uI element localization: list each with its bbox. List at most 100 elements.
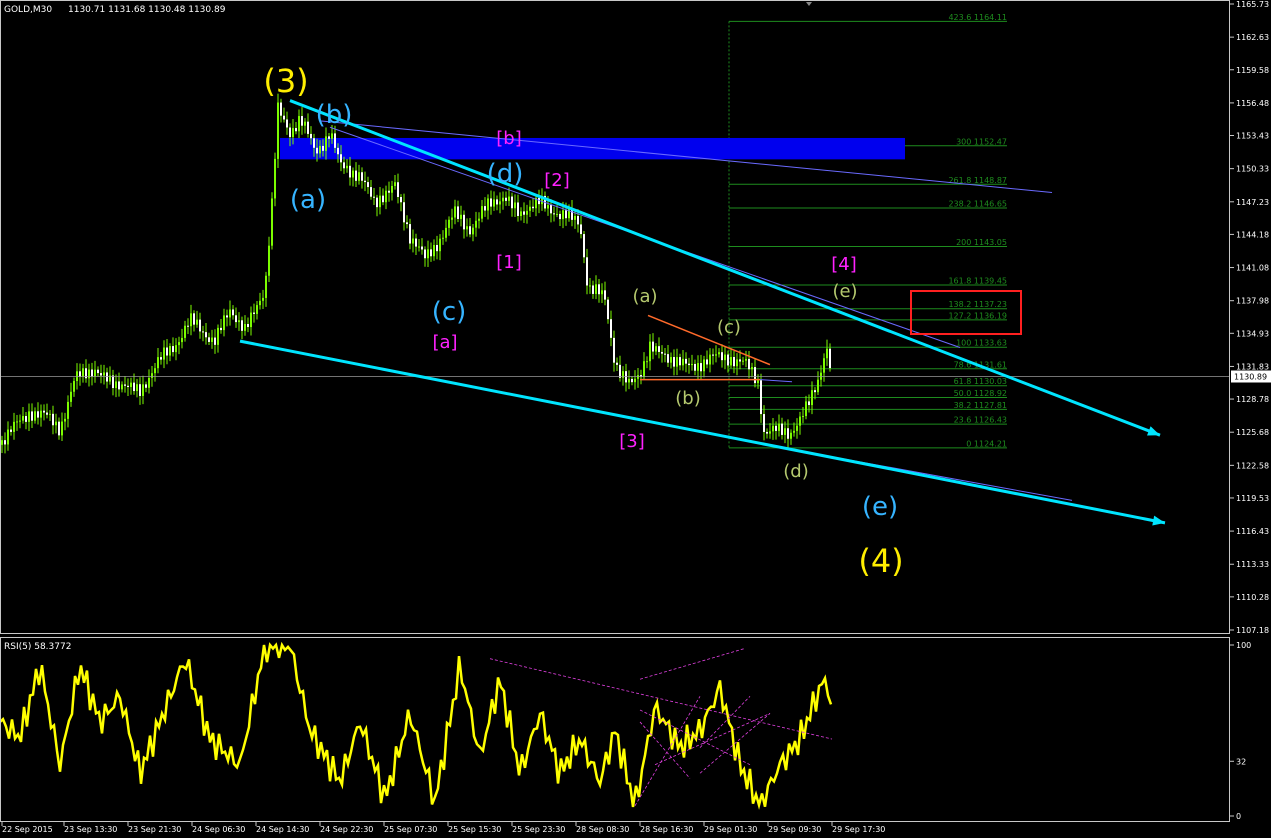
candle-body <box>484 206 486 211</box>
candle-body <box>553 213 555 215</box>
candle-body <box>586 257 588 286</box>
candle-body <box>220 327 222 331</box>
candle-body <box>616 362 618 365</box>
candle-body <box>118 381 120 390</box>
candle-body <box>91 369 93 377</box>
candle-body <box>403 202 405 223</box>
candle-body <box>364 180 366 183</box>
candle-body <box>595 284 597 294</box>
candle-body <box>772 425 774 432</box>
candle-body <box>601 290 603 295</box>
candle-body <box>331 133 333 139</box>
price-tick-label: 1159.58 <box>1236 66 1269 75</box>
fib-level-label: 300 1152.47 <box>956 137 1007 146</box>
candle-body <box>169 346 171 356</box>
candle-body <box>676 357 678 367</box>
candle-body <box>451 217 453 220</box>
candle-body <box>376 197 378 208</box>
candle-body <box>391 185 393 193</box>
candle-body <box>256 305 258 314</box>
candle-body <box>661 351 663 354</box>
price-tick-label: 1119.53 <box>1236 494 1269 503</box>
candle-body <box>367 182 369 188</box>
candle-body <box>706 359 708 365</box>
candle-body <box>685 358 687 364</box>
candle-body <box>679 357 681 366</box>
price-tick-label: 1150.33 <box>1236 165 1269 174</box>
candle-body <box>823 358 825 373</box>
candle-body <box>196 319 198 325</box>
rsi-tick-label: 32 <box>1236 757 1246 766</box>
price-tick-label: 1128.78 <box>1236 395 1269 404</box>
candle-body <box>481 206 483 219</box>
candle-body <box>424 249 426 259</box>
candle-body <box>184 325 186 338</box>
time-tick-label: 29 Sep 09:30 <box>768 825 821 834</box>
candle-body <box>148 377 150 388</box>
candle-body <box>187 325 189 327</box>
candle-body <box>97 369 99 374</box>
candle-body <box>55 421 57 426</box>
candle-body <box>127 385 129 388</box>
candle-body <box>490 198 492 207</box>
candle-body <box>199 319 201 332</box>
candle-body <box>430 249 432 257</box>
fib-level-label: 238.2 1146.65 <box>948 199 1007 208</box>
candle-body <box>265 275 267 298</box>
candle-body <box>472 227 474 235</box>
candle-body <box>82 368 84 377</box>
candle-body <box>637 375 639 379</box>
candle-body <box>559 213 561 220</box>
time-tick-label: 28 Sep 08:30 <box>576 825 629 834</box>
candle-body <box>235 315 237 323</box>
candle-body <box>382 195 384 203</box>
candle-body <box>565 210 567 219</box>
candle-body <box>22 416 24 421</box>
price-tick-label: 1107.18 <box>1236 626 1269 635</box>
candle-body <box>526 210 528 215</box>
candle-body <box>802 416 804 418</box>
ohlc-label: 1130.71 1131.68 1130.48 1130.89 <box>68 5 226 15</box>
candle-body <box>19 420 21 422</box>
candle-body <box>745 358 747 361</box>
price-chart[interactable]: 423.6 1164.11300 1152.47261.8 1148.87238… <box>0 0 1271 834</box>
time-tick-label: 24 Sep 14:30 <box>256 825 309 834</box>
candle-body <box>295 128 297 132</box>
supply-zone-rect <box>280 137 905 160</box>
fib-level-label: 423.6 1164.11 <box>948 13 1007 22</box>
candle-body <box>466 226 468 230</box>
candle-body <box>415 238 417 247</box>
candle-body <box>373 196 375 198</box>
candle-body <box>202 331 204 333</box>
candle-body <box>529 206 531 211</box>
candle-body <box>34 411 36 421</box>
candle-body <box>223 315 225 331</box>
candle-body <box>232 309 234 316</box>
candle-body <box>214 337 216 345</box>
candle-body <box>691 363 693 366</box>
candle-body <box>172 346 174 353</box>
candle-body <box>502 197 504 202</box>
fib-level-label: 0 1124.21 <box>966 439 1007 448</box>
candle-body <box>460 214 462 219</box>
candle-body <box>217 327 219 345</box>
wave-label: [a] <box>432 332 457 353</box>
candle-body <box>298 116 300 132</box>
candle-body <box>592 285 594 294</box>
candle-body <box>313 138 315 148</box>
candle-body <box>94 369 96 377</box>
candle-body <box>505 197 507 201</box>
candle-body <box>310 133 312 139</box>
candle-body <box>25 416 27 422</box>
candle-body <box>7 429 9 445</box>
wave-label: (d) <box>487 159 524 189</box>
fib-level-label: 100 1133.63 <box>956 339 1007 348</box>
candle-body <box>445 227 447 238</box>
candle-body <box>175 345 177 353</box>
candle-body <box>280 102 282 116</box>
candle-body <box>64 418 66 422</box>
candle-body <box>112 375 114 389</box>
candle-body <box>520 211 522 216</box>
candle-body <box>193 313 195 325</box>
candle-body <box>1 440 3 445</box>
